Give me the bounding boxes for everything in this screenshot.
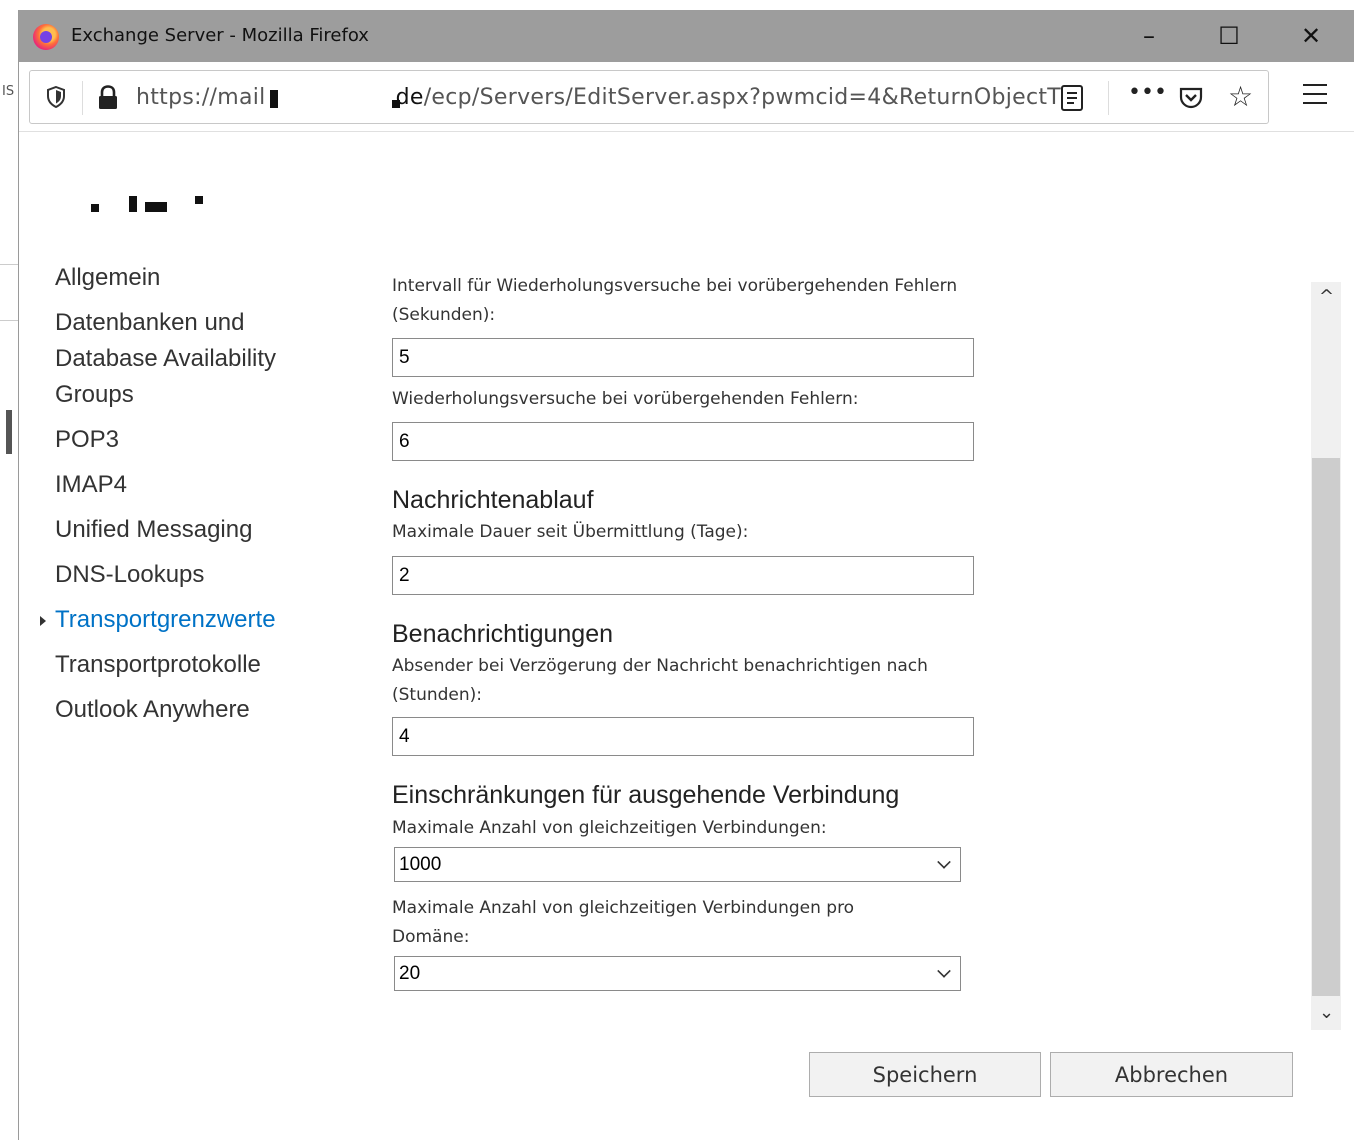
maximize-button[interactable]: ☐ xyxy=(1199,10,1259,62)
close-window-button[interactable]: ✕ xyxy=(1281,10,1341,62)
notify-input[interactable]: 4 xyxy=(392,717,974,756)
firefox-window: Exchange Server - Mozilla Firefox – ☐ ✕ … xyxy=(18,10,1354,1140)
retry-interval-label: Intervall für Wiederholungsversuche bei … xyxy=(392,276,958,325)
form-scrollbar[interactable]: ^ ⌄ xyxy=(1311,282,1341,1030)
app-menu-icon[interactable] xyxy=(1303,84,1327,108)
max-connections-domain-value: 20 xyxy=(399,963,421,984)
address-bar-separator xyxy=(82,81,83,115)
background-window-text: IS xyxy=(2,84,15,99)
scroll-thumb[interactable] xyxy=(1312,458,1340,996)
selected-arrow-icon xyxy=(40,616,46,626)
cancel-button[interactable]: Abbrechen xyxy=(1050,1052,1293,1097)
settings-navigation: Allgemein Datenbanken und Database Avail… xyxy=(40,260,315,737)
firefox-logo-icon xyxy=(33,24,59,50)
nav-item-transportprotokolle[interactable]: Transportprotokolle xyxy=(55,647,315,692)
expiry-label: Maximale Dauer seit Übermittlung (Tage): xyxy=(392,522,749,542)
max-connections-label: Maximale Anzahl von gleichzeitigen Verbi… xyxy=(392,818,827,838)
nav-item-pop3[interactable]: POP3 xyxy=(55,422,315,467)
max-connections-domain-label: Maximale Anzahl von gleichzeitigen Verbi… xyxy=(392,898,855,947)
address-bar[interactable]: https://mail de/ecp/Servers/EditServer.as… xyxy=(29,70,1269,124)
notify-section-heading: Benachrichtigungen xyxy=(392,620,613,648)
nav-item-databases-dag[interactable]: Datenbanken und Database Availability Gr… xyxy=(55,305,315,422)
url-prefix: https://mail xyxy=(136,85,266,110)
expiry-section-heading: Nachrichtenablauf xyxy=(392,486,594,514)
nav-item-allgemein[interactable]: Allgemein xyxy=(55,260,315,305)
retry-interval-input[interactable]: 5 xyxy=(392,338,974,377)
nav-item-imap4[interactable]: IMAP4 xyxy=(55,467,315,512)
save-button[interactable]: Speichern xyxy=(809,1052,1041,1097)
minimize-button[interactable]: – xyxy=(1119,10,1179,62)
lock-icon[interactable] xyxy=(96,85,120,111)
retry-count-input[interactable]: 6 xyxy=(392,422,974,461)
background-window-edge xyxy=(6,410,12,454)
address-bar-separator xyxy=(1108,81,1109,115)
title-bar[interactable]: Exchange Server - Mozilla Firefox – ☐ ✕ xyxy=(19,10,1354,62)
retry-count-label: Wiederholungsversuche bei vorübergehende… xyxy=(392,389,859,409)
background-divider xyxy=(0,264,18,265)
nav-item-transportgrenzwerte[interactable]: Transportgrenzwerte xyxy=(40,602,315,647)
max-connections-domain-select[interactable]: 20 xyxy=(394,956,961,991)
background-divider xyxy=(0,320,18,321)
nav-item-outlook-anywhere[interactable]: Outlook Anywhere xyxy=(55,692,315,737)
outbound-section-heading: Einschränkungen für ausgehende Verbindun… xyxy=(392,781,900,809)
bookmark-star-icon[interactable]: ☆ xyxy=(1228,80,1253,113)
ecp-dialog-content: Allgemein Datenbanken und Database Avail… xyxy=(19,132,1354,1140)
chevron-down-icon xyxy=(937,855,951,869)
nav-item-unified-messaging[interactable]: Unified Messaging xyxy=(55,512,315,557)
notify-label: Absender bei Verzögerung der Nachricht b… xyxy=(392,656,928,705)
pocket-icon[interactable] xyxy=(1178,85,1204,111)
redaction-mark xyxy=(392,100,400,108)
nav-item-label: Transportgrenzwerte xyxy=(55,606,276,633)
scroll-down-arrow-icon[interactable]: ⌄ xyxy=(1319,1002,1334,1023)
reader-view-icon[interactable] xyxy=(1060,84,1084,112)
expiry-input[interactable]: 2 xyxy=(392,556,974,595)
scroll-up-arrow-icon[interactable]: ^ xyxy=(1319,286,1334,307)
chevron-down-icon xyxy=(937,964,951,978)
navigation-toolbar: https://mail de/ecp/Servers/EditServer.as… xyxy=(19,62,1354,132)
max-connections-select[interactable]: 1000 xyxy=(394,847,961,882)
url-path: /ecp/Servers/EditServer.aspx?pwmcid=4&Re… xyxy=(423,85,1062,110)
redaction-mark xyxy=(270,90,278,108)
window-title: Exchange Server - Mozilla Firefox xyxy=(71,25,369,46)
tracking-protection-shield-icon[interactable] xyxy=(46,86,66,108)
max-connections-value: 1000 xyxy=(399,854,442,875)
nav-item-dns-lookups[interactable]: DNS-Lookups xyxy=(55,557,315,602)
page-actions-more-icon[interactable]: ••• xyxy=(1128,80,1167,105)
